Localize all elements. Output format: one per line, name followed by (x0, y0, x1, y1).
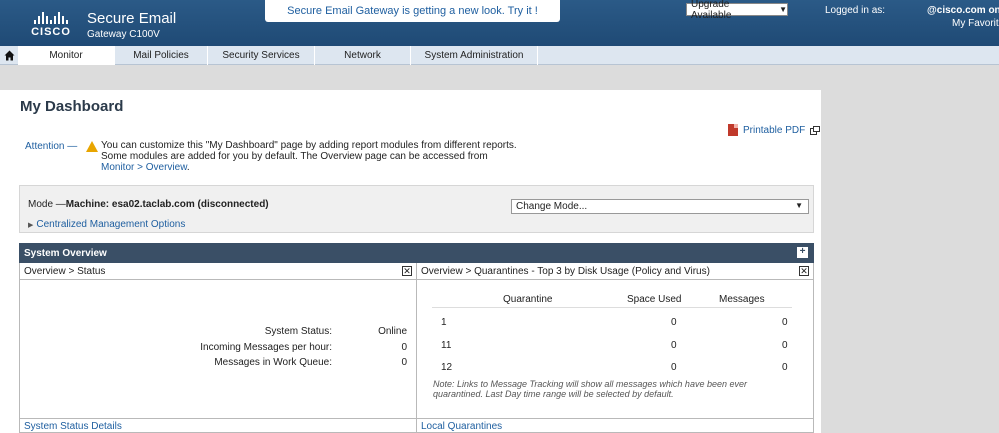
system-overview-header: System Overview + (19, 243, 814, 263)
status-panel-title: Overview > Status (24, 265, 106, 277)
quarantines-panel-title: Overview > Quarantines - Top 3 by Disk U… (421, 265, 710, 277)
close-icon[interactable]: ✕ (799, 266, 809, 276)
product-model: Gateway C100V (87, 29, 160, 40)
tab-mail-policies[interactable]: Mail Policies (115, 46, 208, 65)
external-window-icon (810, 125, 821, 135)
quarantine-space: 0 (671, 317, 677, 328)
centralized-management-options-toggle[interactable]: ▶ Centralized Management Options (28, 219, 185, 230)
tab-security-services[interactable]: Security Services (208, 46, 315, 65)
quarantine-name[interactable]: 1 (441, 317, 447, 328)
quarantines-panel: Overview > Quarantines - Top 3 by Disk U… (417, 263, 813, 433)
mode-machine: Machine: esa02.taclab.com (disconnected) (65, 199, 269, 210)
attention-message: You can customize this "My Dashboard" pa… (101, 140, 571, 173)
page-title: My Dashboard (20, 98, 124, 115)
tab-monitor[interactable]: Monitor (18, 46, 115, 65)
system-overview-panels: Overview > Status ✕ System Status: Onlin… (19, 263, 814, 433)
printable-pdf-label: Printable PDF (743, 124, 806, 136)
product-title: Secure Email Gateway C100V (87, 10, 176, 40)
quarantine-messages[interactable]: 0 (782, 362, 788, 373)
status-row-label: System Status: (264, 326, 332, 337)
mode-label: Mode —Machine: esa02.taclab.com (disconn… (28, 199, 269, 210)
change-mode-value: Change Mode... (516, 201, 588, 212)
new-look-banner[interactable]: Secure Email Gateway is getting a new lo… (265, 0, 560, 22)
system-status-details-link[interactable]: System Status Details (20, 418, 416, 433)
warning-icon (86, 141, 98, 152)
status-row-label: Incoming Messages per hour: (200, 342, 332, 353)
upgrade-available-dropdown[interactable]: Upgrade Available ▼ (686, 0, 788, 21)
add-module-icon[interactable]: + (797, 247, 808, 258)
pdf-icon (728, 124, 738, 136)
mode-prefix: Mode — (28, 199, 66, 210)
upgrade-label: Upgrade Available (691, 0, 732, 21)
column-header-quarantine: Quarantine (503, 294, 553, 305)
system-overview-title: System Overview (24, 247, 107, 259)
cisco-wordmark: CISCO (31, 26, 71, 38)
cisco-logo[interactable]: CISCO (28, 10, 74, 38)
home-button[interactable] (0, 46, 18, 65)
status-panel: Overview > Status ✕ System Status: Onlin… (20, 263, 417, 433)
expand-triangle-icon: ▶ (28, 222, 34, 229)
quarantine-note: Note: Links to Message Tracking will sho… (433, 379, 747, 399)
header: CISCO Secure Email Gateway C100V Secure … (0, 0, 999, 46)
close-icon[interactable]: ✕ (402, 266, 412, 276)
quarantine-space: 0 (671, 340, 677, 351)
attention-line-2: Some modules are added for you by defaul… (101, 151, 488, 162)
dashboard-content: My Dashboard Printable PDF Attention — Y… (0, 90, 821, 433)
quarantine-space: 0 (671, 362, 677, 373)
cmo-label: Centralized Management Options (36, 219, 186, 230)
tab-system-administration[interactable]: System Administration (411, 46, 538, 65)
attention-line-1: You can customize this "My Dashboard" pa… (101, 140, 517, 151)
local-quarantines-link[interactable]: Local Quarantines (417, 418, 813, 433)
column-header-space-used: Space Used (627, 294, 682, 305)
logged-in-user[interactable]: @cisco.com on (927, 5, 999, 16)
attention-label: Attention — (25, 141, 78, 152)
attention-end: . (186, 162, 190, 173)
status-row-value: 0 (401, 357, 407, 368)
table-divider (432, 307, 792, 308)
status-row-label: Messages in Work Queue: (214, 357, 332, 368)
home-icon (4, 50, 14, 61)
status-row-value: 0 (401, 342, 407, 353)
quarantine-name[interactable]: 12 (441, 362, 452, 373)
chevron-down-icon: ▼ (795, 201, 803, 210)
product-name: Secure Email (87, 10, 177, 27)
quarantines-panel-header: Overview > Quarantines - Top 3 by Disk U… (417, 263, 813, 280)
quarantine-name[interactable]: 11 (441, 340, 451, 351)
change-mode-select[interactable]: Change Mode... ▼ (511, 199, 809, 214)
column-header-messages: Messages (719, 294, 765, 305)
my-favorites-link[interactable]: My Favorite (952, 18, 999, 29)
monitor-overview-link[interactable]: Monitor > Overview (101, 162, 187, 173)
quarantine-messages[interactable]: 0 (782, 340, 788, 351)
quarantine-messages[interactable]: 0 (782, 317, 788, 328)
status-row-value: Online (378, 326, 407, 337)
tab-network[interactable]: Network (315, 46, 411, 65)
status-panel-header: Overview > Status ✕ (20, 263, 416, 280)
main-nav: Monitor Mail Policies Security Services … (0, 46, 999, 65)
cisco-logo-bars-icon (28, 10, 74, 24)
chevron-down-icon: ▼ (779, 5, 787, 14)
mode-box: Mode —Machine: esa02.taclab.com (disconn… (19, 185, 814, 233)
logged-in-label: Logged in as: (825, 5, 886, 16)
printable-pdf-link[interactable]: Printable PDF (728, 124, 821, 136)
